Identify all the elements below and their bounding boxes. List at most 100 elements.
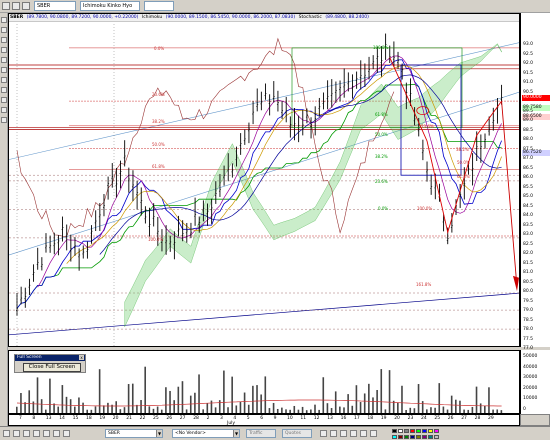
time-axis[interactable]: July 7 8 13 14 15 18 19 20 21 22 25 26 27 28 2 3 4 5 6 9 10 1… xyxy=(8,414,520,426)
volume-bar xyxy=(264,376,267,413)
volume-bar xyxy=(397,402,399,413)
volume-bar xyxy=(247,404,250,413)
eraser-icon[interactable] xyxy=(1,117,7,123)
close-icon[interactable]: x xyxy=(79,355,84,360)
color-swatch[interactable] xyxy=(434,435,439,439)
extra-select[interactable] xyxy=(144,1,174,11)
volume-bar xyxy=(94,406,97,413)
volume-bar xyxy=(144,366,146,413)
symbol-field[interactable]: SBER ▼ xyxy=(105,429,163,438)
volume-axis: 50000 40000 30000 20000 10000 0 xyxy=(520,350,550,414)
cursor-icon[interactable] xyxy=(1,17,7,23)
price-axis-label: 80.0 xyxy=(523,289,534,294)
time-axis-day-label: 18 xyxy=(367,416,374,421)
channel-icon[interactable] xyxy=(1,67,7,73)
volume-bar xyxy=(173,400,175,413)
open-icon[interactable] xyxy=(12,2,20,10)
symbol-select[interactable]: SBER xyxy=(34,1,76,11)
volume-bar xyxy=(148,406,151,413)
arrow-icon[interactable] xyxy=(1,107,7,113)
price-axis-label: 92.5 xyxy=(523,51,534,57)
print-icon[interactable] xyxy=(23,430,30,437)
bar-style-icon[interactable] xyxy=(320,430,327,437)
price-axis[interactable]: 90.0000 89.7580 88.6500 86.7520 93.0 92.5… xyxy=(520,13,550,361)
time-axis-day-label: 26 xyxy=(447,416,454,421)
volume-bar xyxy=(235,405,238,413)
zoom-out-icon[interactable] xyxy=(350,430,357,437)
camera-icon[interactable] xyxy=(33,430,40,437)
grid-icon[interactable] xyxy=(13,430,20,437)
header-ohlc: (89.7800, 90.0800, 89.7200, 90.0000, +0.… xyxy=(26,15,139,20)
volume-bar xyxy=(368,383,370,413)
full-screen-panel-title: Full Screen xyxy=(15,355,85,361)
time-axis-day-label: 11 xyxy=(300,416,307,421)
price-axis-label: 79.0 xyxy=(523,308,534,313)
candle-style-icon[interactable] xyxy=(330,430,337,437)
time-axis-day-label: 27 xyxy=(461,416,467,421)
horizontal-line-icon[interactable] xyxy=(1,47,7,53)
settings-icon[interactable] xyxy=(53,430,60,437)
color-swatch[interactable] xyxy=(392,435,397,439)
time-axis-day-label: 26 xyxy=(166,416,173,421)
close-full-screen-button[interactable]: Close Full Screen xyxy=(23,363,81,372)
volume-bar xyxy=(227,407,229,413)
volume-pane[interactable]: Full Screen x Close Full Screen xyxy=(8,350,520,414)
price-axis-label: 88.0 xyxy=(523,137,534,142)
color-swatch[interactable] xyxy=(428,435,433,439)
color-swatch[interactable] xyxy=(404,435,409,439)
color-swatch[interactable] xyxy=(410,429,415,433)
text-icon[interactable] xyxy=(1,87,7,93)
volume-bar xyxy=(131,383,134,413)
zoom-in-icon[interactable] xyxy=(22,2,30,10)
vendor-field[interactable]: <No Vendor> ▼ xyxy=(172,429,240,438)
color-swatch[interactable] xyxy=(416,435,421,439)
traffic-field[interactable]: Traffic xyxy=(246,429,276,438)
fib-label-right-236: 23.6% xyxy=(375,179,388,184)
price-axis-label: 91.0 xyxy=(523,80,534,85)
chevron-down-icon[interactable]: ▼ xyxy=(156,430,162,437)
fib-label-upper-382: 38.2% xyxy=(152,119,165,124)
price-chart-pane[interactable]: SBER (89.7800, 90.0800, 89.7200, 90.0000… xyxy=(8,13,520,347)
volume-bar xyxy=(479,403,482,413)
color-swatch[interactable] xyxy=(410,435,415,439)
time-axis-day-label: 28 xyxy=(193,416,199,421)
line-style-icon[interactable] xyxy=(340,430,347,437)
new-chart-icon[interactable] xyxy=(2,2,10,10)
volume-axis-label: 10000 xyxy=(523,396,538,401)
vertical-line-icon[interactable] xyxy=(1,57,7,63)
color-swatch[interactable] xyxy=(404,429,409,433)
zoom-in-icon[interactable] xyxy=(360,430,367,437)
color-swatch[interactable] xyxy=(434,429,439,433)
trendline-icon[interactable] xyxy=(1,37,7,43)
color-swatch[interactable] xyxy=(422,429,427,433)
price-axis-label: 81.5 xyxy=(523,260,534,266)
chevron-down-icon[interactable]: ▼ xyxy=(233,430,239,437)
ellipse-icon[interactable] xyxy=(1,97,7,103)
price-axis-label: 84.0 xyxy=(523,213,534,218)
symbol-field-value: SBER xyxy=(108,431,120,436)
color-swatch[interactable] xyxy=(398,435,403,439)
volume-bar xyxy=(28,390,31,413)
volume-axis-label: 20000 xyxy=(523,385,538,391)
volume-bar xyxy=(355,385,358,413)
color-swatch[interactable] xyxy=(392,429,397,433)
color-swatch[interactable] xyxy=(422,435,427,439)
volume-bar xyxy=(127,384,130,413)
full-screen-panel: Full Screen x Close Full Screen xyxy=(14,354,86,373)
fibonacci-icon[interactable] xyxy=(1,77,7,83)
color-swatch[interactable] xyxy=(398,429,403,433)
help-icon[interactable] xyxy=(63,430,70,437)
scroll-icon[interactable] xyxy=(370,430,377,437)
layout-icon[interactable] xyxy=(3,430,10,437)
link-icon[interactable] xyxy=(43,430,50,437)
color-swatch[interactable] xyxy=(416,429,421,433)
volume-bar xyxy=(301,406,304,413)
volume-bar xyxy=(421,401,424,413)
crosshair-icon[interactable] xyxy=(1,27,7,33)
time-axis-day-label: 13 xyxy=(327,416,333,421)
volume-average-line xyxy=(16,399,502,407)
indicator-select[interactable]: Ichimoku Kinko Hyo xyxy=(80,1,140,11)
color-swatch[interactable] xyxy=(428,429,433,433)
quotes-field[interactable]: Quotes xyxy=(282,429,312,438)
volume-bar xyxy=(140,400,142,413)
